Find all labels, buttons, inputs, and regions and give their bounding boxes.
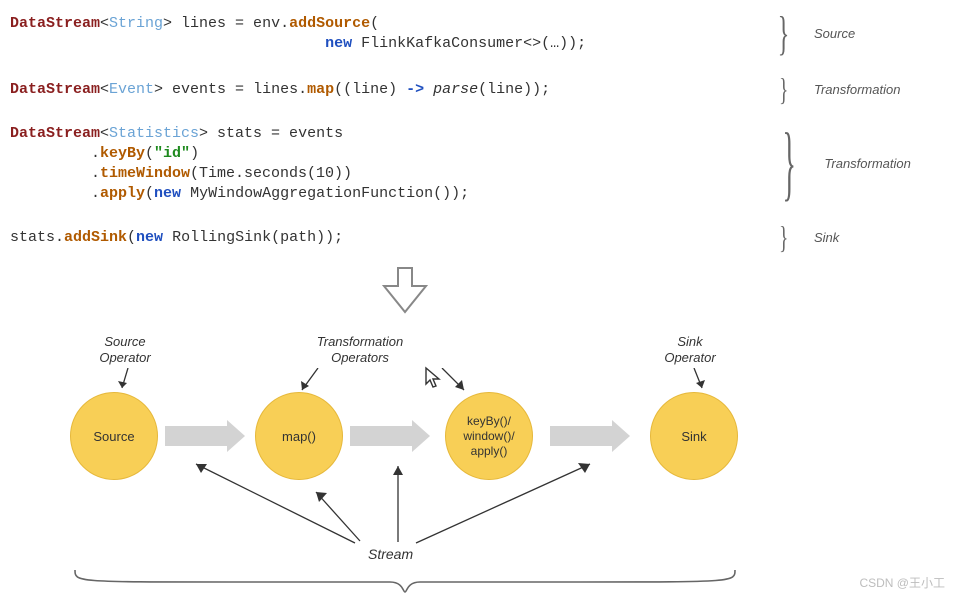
pointer-arrow xyxy=(118,368,138,394)
label-transform-operators: TransformationOperators xyxy=(300,334,420,366)
code-source: DataStream<String> lines = env.addSource… xyxy=(10,14,770,54)
stream-arrow xyxy=(410,458,600,548)
label-sink-operator: SinkOperator xyxy=(650,334,730,366)
code-map: DataStream<Event> events = lines.map((li… xyxy=(10,80,770,100)
code-sink: stats.addSink(new RollingSink(path)); xyxy=(10,228,770,248)
section-label-sink: Sink xyxy=(798,230,943,245)
flow-arrow xyxy=(550,426,612,446)
flow-arrow xyxy=(350,426,412,446)
watermark: CSDN @王小工 xyxy=(859,574,945,591)
pointer-arrow xyxy=(440,368,470,396)
code-area: DataStream<String> lines = env.addSource… xyxy=(10,6,943,256)
cursor-icon xyxy=(424,366,442,390)
label-source-operator: SourceOperator xyxy=(85,334,165,366)
pointer-arrow xyxy=(690,368,710,394)
node-sink: Sink xyxy=(650,392,738,480)
stream-arrow xyxy=(310,486,370,546)
section-label-transform2: Transformation xyxy=(808,156,943,171)
down-arrow-icon xyxy=(380,266,430,314)
code-block-transform2: DataStream<Statistics> stats = events .k… xyxy=(10,118,943,209)
code-keyby: DataStream<Statistics> stats = events .k… xyxy=(10,124,770,204)
bottom-brace xyxy=(70,568,740,594)
code-block-source: DataStream<String> lines = env.addSource… xyxy=(10,6,943,61)
code-block-transform1: DataStream<Event> events = lines.map((li… xyxy=(10,71,943,108)
flow-arrow xyxy=(165,426,227,446)
label-stream: Stream xyxy=(368,546,413,562)
section-label-source: Source xyxy=(798,26,943,41)
node-source: Source xyxy=(70,392,158,480)
diagram: SourceOperator TransformationOperators S… xyxy=(10,266,943,596)
code-block-sink: stats.addSink(new RollingSink(path)); } … xyxy=(10,219,943,256)
section-label-transform1: Transformation xyxy=(798,82,943,97)
